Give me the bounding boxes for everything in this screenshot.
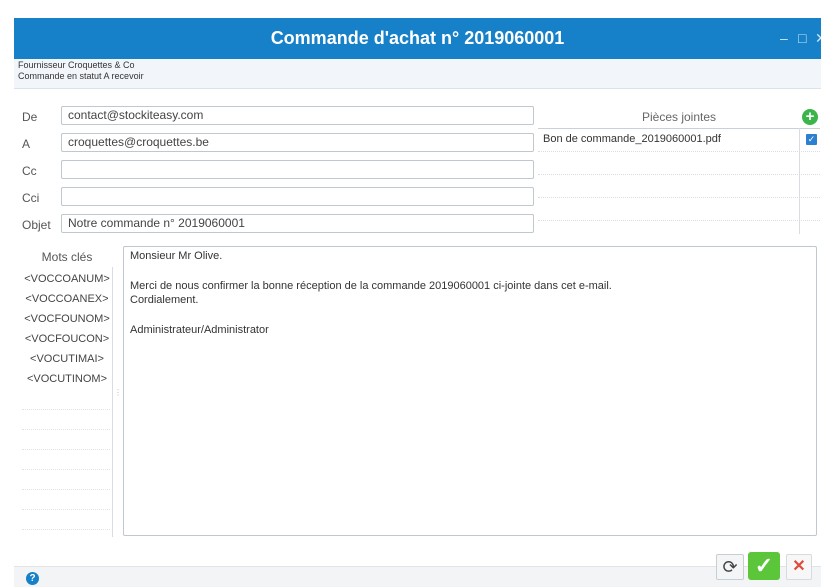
message-line: Administrateur/Administrator — [130, 324, 269, 336]
subject-field[interactable]: Notre commande n° 2019060001 — [61, 214, 534, 233]
refresh-button[interactable]: ⟳ — [716, 554, 744, 580]
keyword-empty-row — [22, 409, 110, 410]
attachment-empty-row — [538, 175, 820, 198]
bcc-field[interactable] — [61, 187, 534, 206]
message-line: Merci de nous confirmer la bonne récepti… — [130, 280, 612, 292]
cc-label: Cc — [22, 164, 37, 178]
keywords-list: <VOCCOANUM> <VOCCOANEX> <VOCFOUNOM> <VOC… — [22, 267, 113, 537]
message-line: Monsieur Mr Olive. — [130, 250, 223, 262]
maximize-button[interactable]: □ — [798, 18, 806, 59]
message-line: Cordialement. — [130, 294, 199, 306]
keyword-item[interactable]: <VOCCOANUM> — [22, 269, 112, 289]
title-bar: Commande d'achat n° 2019060001 – □ ✕ — [14, 18, 821, 59]
cancel-button[interactable]: ✕ — [786, 554, 812, 580]
attachments-header: Pièces jointes — [538, 106, 820, 129]
attachment-name: Bon de commande_2019060001.pdf — [543, 133, 721, 145]
keyword-item[interactable]: <VOCCOANEX> — [22, 289, 112, 309]
attachment-column-divider — [799, 128, 800, 234]
panel-splitter-handle[interactable]: ⋮ — [114, 388, 122, 397]
to-label: A — [22, 137, 31, 151]
keyword-empty-row — [22, 429, 110, 430]
subject-label: Objet — [22, 218, 51, 232]
cc-field[interactable] — [61, 160, 534, 179]
attachment-row[interactable]: Bon de commande_2019060001.pdf ✓ — [538, 129, 820, 152]
help-icon[interactable]: ? — [26, 572, 39, 585]
keywords-header: Mots clés — [41, 250, 93, 264]
keyword-empty-row — [22, 489, 110, 490]
attachments-panel: Pièces jointes + Bon de commande_2019060… — [538, 106, 820, 234]
close-icon: ✕ — [792, 558, 806, 575]
keyword-item[interactable]: <VOCUTINOM> — [22, 369, 112, 389]
refresh-icon: ⟳ — [722, 557, 738, 577]
info-bar: Fournisseur Croquettes & Co Commande en … — [14, 59, 821, 89]
minimize-button[interactable]: – — [780, 18, 788, 59]
attachment-empty-row — [538, 152, 820, 175]
confirm-button[interactable]: ✓ — [748, 552, 780, 580]
keyword-empty-row — [22, 469, 110, 470]
to-field[interactable]: croquettes@croquettes.be — [61, 133, 534, 152]
add-attachment-button[interactable]: + — [802, 109, 818, 125]
checkmark-icon: ✓ — [754, 553, 774, 578]
keyword-empty-row — [22, 449, 110, 450]
close-button[interactable]: ✕ — [815, 18, 821, 59]
window-title: Commande d'achat n° 2019060001 — [270, 28, 565, 48]
status-line: Commande en statut A recevoir — [18, 71, 144, 81]
message-body-editor[interactable]: Monsieur Mr Olive. Merci de nous confirm… — [123, 246, 817, 536]
supplier-line: Fournisseur Croquettes & Co — [18, 60, 135, 70]
from-label: De — [22, 110, 38, 124]
keyword-empty-row — [22, 509, 110, 510]
keyword-item[interactable]: <VOCFOUCON> — [22, 329, 112, 349]
keyword-item[interactable]: <VOCUTIMAI> — [22, 349, 112, 369]
keyword-item[interactable]: <VOCFOUNOM> — [22, 309, 112, 329]
from-field[interactable]: contact@stockiteasy.com — [61, 106, 534, 125]
bcc-label: Cci — [22, 191, 40, 205]
attachment-empty-row — [538, 198, 820, 221]
keyword-empty-row — [22, 529, 110, 530]
footer-bar — [14, 566, 821, 587]
keywords-panel: Mots clés <VOCCOANUM> <VOCCOANEX> <VOCFO… — [22, 247, 113, 537]
attachment-checkbox[interactable]: ✓ — [806, 134, 817, 145]
